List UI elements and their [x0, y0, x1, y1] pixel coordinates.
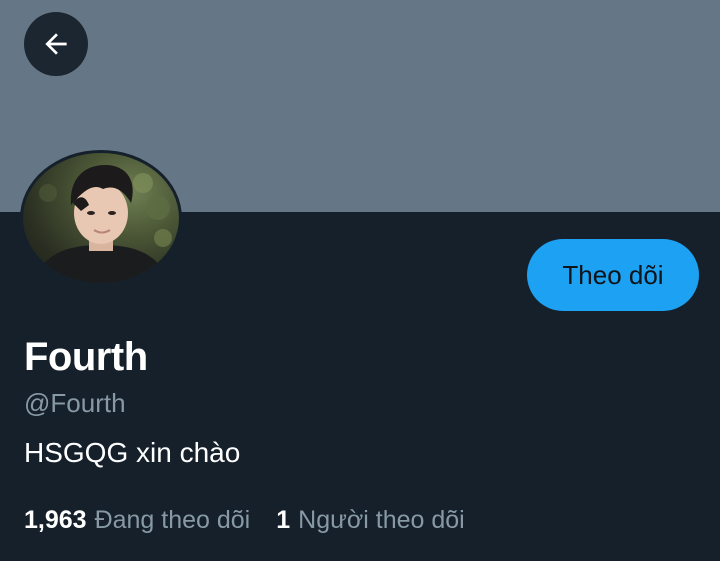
avatar-border: [20, 150, 182, 286]
followers-count: 1: [276, 506, 291, 534]
following-count: 1,963: [24, 506, 87, 534]
display-name: Fourth: [24, 335, 148, 379]
followers-stat[interactable]: 1 Người theo dõi: [276, 504, 464, 536]
following-stat[interactable]: 1,963 Đang theo dõi: [24, 504, 250, 536]
arrow-left-icon: [45, 33, 67, 55]
user-handle: @Fourth: [24, 388, 126, 418]
back-button[interactable]: [24, 12, 88, 76]
avatar[interactable]: [18, 150, 184, 288]
profile-stats: 1,963 Đang theo dõi 1 Người theo dõi: [24, 504, 491, 536]
following-label: Đang theo dõi: [94, 506, 251, 534]
avatar-photo: [23, 153, 179, 283]
followers-label: Người theo dõi: [298, 506, 465, 534]
follow-button[interactable]: Theo dõi: [527, 239, 699, 311]
profile-bio: HSGQG xin chào: [24, 437, 241, 468]
